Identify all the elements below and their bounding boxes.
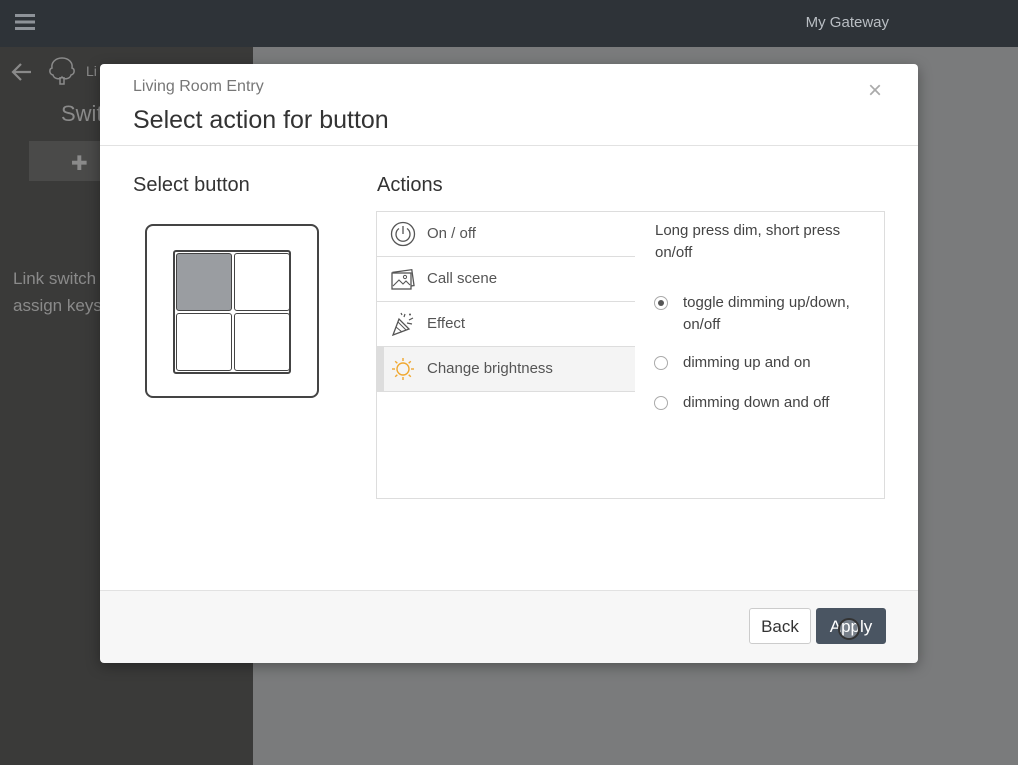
options-description: Long press dim, short press on/off bbox=[655, 222, 841, 261]
action-change-brightness[interactable]: Change brightness bbox=[377, 347, 635, 392]
action-label: Call scene bbox=[427, 270, 498, 287]
switch-graphic bbox=[145, 224, 319, 398]
switch-key-top-left[interactable] bbox=[176, 253, 232, 311]
sidebar-help-line: Link switch bbox=[13, 269, 97, 288]
action-call-scene[interactable]: Call scene bbox=[377, 257, 635, 302]
dialog-title: Select action for button bbox=[133, 106, 389, 134]
sidebar-title: Swit bbox=[61, 101, 103, 126]
action-on-off[interactable]: On / off bbox=[377, 212, 635, 257]
back-arrow-icon[interactable] bbox=[10, 61, 34, 83]
action-label: Effect bbox=[427, 315, 466, 332]
switch-key-top-right[interactable] bbox=[234, 253, 290, 311]
sidebar-help-text: Link switch assign keys bbox=[13, 265, 102, 319]
sun-icon bbox=[392, 358, 414, 380]
plus-icon: ✚ bbox=[71, 153, 88, 175]
switch-keypad bbox=[173, 250, 291, 374]
gateway-name[interactable]: My Gateway bbox=[806, 14, 889, 31]
select-button-heading: Select button bbox=[133, 174, 250, 196]
scene-icon bbox=[391, 268, 415, 290]
action-effect[interactable]: Effect bbox=[377, 302, 635, 347]
back-button[interactable]: Back bbox=[749, 608, 811, 644]
radio-label: toggle dimming up/down, on/off bbox=[683, 294, 850, 333]
party-popper-icon bbox=[391, 312, 414, 337]
radio-label: dimming down and off bbox=[683, 394, 830, 411]
apply-button[interactable]: Apply bbox=[816, 608, 886, 644]
top-bar: My Gateway bbox=[0, 0, 1018, 47]
switch-key-bottom-left[interactable] bbox=[176, 313, 232, 371]
radio-toggle-dimming[interactable]: toggle dimming up/down, on/off bbox=[654, 292, 874, 336]
sidebar-breadcrumb: Li bbox=[86, 63, 97, 79]
dialog-subtitle: Living Room Entry bbox=[133, 78, 264, 95]
radio-button[interactable] bbox=[654, 296, 668, 310]
dialog-footer: Back Apply bbox=[100, 590, 918, 663]
lamp-icon bbox=[49, 57, 75, 85]
actions-heading: Actions bbox=[377, 174, 443, 196]
sidebar-help-line: assign keys bbox=[13, 296, 102, 315]
radio-dimming-down-off[interactable]: dimming down and off bbox=[654, 392, 874, 414]
action-label: Change brightness bbox=[427, 360, 553, 377]
radio-button[interactable] bbox=[654, 356, 668, 370]
radio-label: dimming up and on bbox=[683, 354, 811, 371]
power-icon bbox=[390, 221, 416, 247]
action-options-panel: Long press dim, short press on/off toggl… bbox=[635, 211, 885, 499]
action-label: On / off bbox=[427, 225, 476, 242]
radio-dimming-up-on[interactable]: dimming up and on bbox=[654, 352, 874, 374]
header-divider bbox=[100, 145, 918, 146]
hamburger-menu-icon[interactable] bbox=[15, 13, 35, 31]
radio-button[interactable] bbox=[654, 396, 668, 410]
actions-list: On / off Call scene Effect Change bright… bbox=[376, 211, 636, 499]
select-action-dialog: Living Room Entry Select action for butt… bbox=[100, 64, 918, 663]
close-icon[interactable]: × bbox=[868, 77, 882, 105]
switch-key-bottom-right[interactable] bbox=[234, 313, 290, 371]
